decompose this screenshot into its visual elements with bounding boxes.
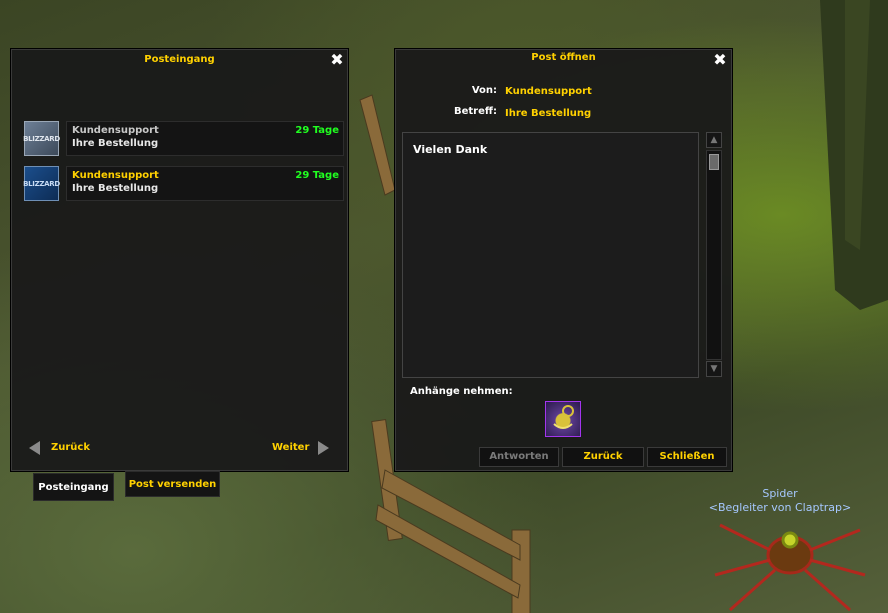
scroll-thumb[interactable] <box>709 154 719 170</box>
npc-name[interactable]: Spider <box>740 487 820 500</box>
next-page-label: Weiter <box>272 442 310 453</box>
close-button[interactable]: Schließen <box>647 447 727 467</box>
mail-item-body[interactable]: Kundensupport Ihre Bestellung 29 Tage <box>66 166 344 201</box>
prev-page-label: Zurück <box>51 442 90 453</box>
tab-inbox[interactable]: Posteingang <box>33 473 114 501</box>
tab-inbox-label: Posteingang <box>38 482 109 493</box>
inbox-panel: Posteingang ✖ BLIZZARD Kundensupport Ihr… <box>10 48 349 472</box>
mail-sender: Kundensupport <box>72 125 159 136</box>
scroll-track[interactable] <box>706 150 722 360</box>
message-scrollbar[interactable]: ▲ ▼ <box>706 132 724 378</box>
reply-button-label: Antworten <box>489 451 549 462</box>
back-button-label: Zurück <box>583 451 623 462</box>
from-value: Kundensupport <box>505 86 592 97</box>
mail-subject: Ihre Bestellung <box>72 138 159 149</box>
back-button[interactable]: Zurück <box>562 447 644 467</box>
tab-send-mail-label: Post versenden <box>128 479 217 490</box>
from-label: Von: <box>471 85 497 96</box>
mail-item-body[interactable]: Kundensupport Ihre Bestellung 29 Tage <box>66 121 344 156</box>
tab-send-mail[interactable]: Post versenden <box>125 471 220 497</box>
attachments-label: Anhänge nehmen: <box>410 386 513 397</box>
tree-trunk <box>820 0 888 310</box>
inbox-title: Posteingang <box>144 54 215 65</box>
mail-expiry-days: 29 Tage <box>295 170 339 181</box>
scroll-down-icon[interactable]: ▼ <box>706 361 722 377</box>
message-body: Vielen Dank <box>402 132 699 378</box>
mail-list-item[interactable]: BLIZZARD Kundensupport Ihre Bestellung 2… <box>23 121 344 156</box>
open-mail-panel: Post öffnen ✖ Von: Kundensupport Betreff… <box>394 48 733 472</box>
mail-expiry-days: 29 Tage <box>295 125 339 136</box>
spider-creature <box>714 523 866 612</box>
mail-subject: Ihre Bestellung <box>72 183 159 194</box>
pet-cage-item-icon[interactable] <box>545 401 581 437</box>
arrow-left-icon <box>29 441 40 455</box>
open-mail-title: Post öffnen <box>531 52 596 63</box>
subject-label: Betreff: <box>454 106 497 117</box>
arrow-right-icon <box>318 441 329 455</box>
inbox-close-icon[interactable]: ✖ <box>330 52 344 68</box>
message-text: Vielen Dank <box>413 143 488 156</box>
npc-title: <Begleiter von Claptrap> <box>708 501 852 514</box>
blizzard-mail-icon: BLIZZARD <box>23 121 60 156</box>
mail-list-item[interactable]: BLIZZARD Kundensupport Ihre Bestellung 2… <box>23 166 344 201</box>
close-button-label: Schließen <box>659 451 715 462</box>
scroll-up-icon[interactable]: ▲ <box>706 132 722 148</box>
blizzard-mail-icon: BLIZZARD <box>23 166 60 201</box>
reply-button[interactable]: Antworten <box>479 447 559 467</box>
open-mail-close-icon[interactable]: ✖ <box>713 52 727 68</box>
mail-sender: Kundensupport <box>72 170 159 181</box>
subject-value: Ihre Bestellung <box>505 108 592 119</box>
